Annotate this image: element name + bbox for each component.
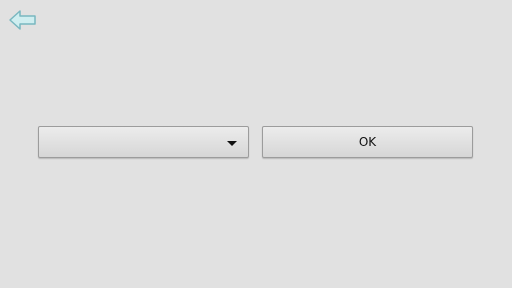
ok-button[interactable]: OK	[262, 126, 473, 158]
back-button[interactable]	[8, 8, 38, 32]
selection-dropdown[interactable]	[38, 126, 249, 158]
chevron-down-icon	[227, 141, 237, 146]
back-arrow-icon	[8, 8, 38, 32]
